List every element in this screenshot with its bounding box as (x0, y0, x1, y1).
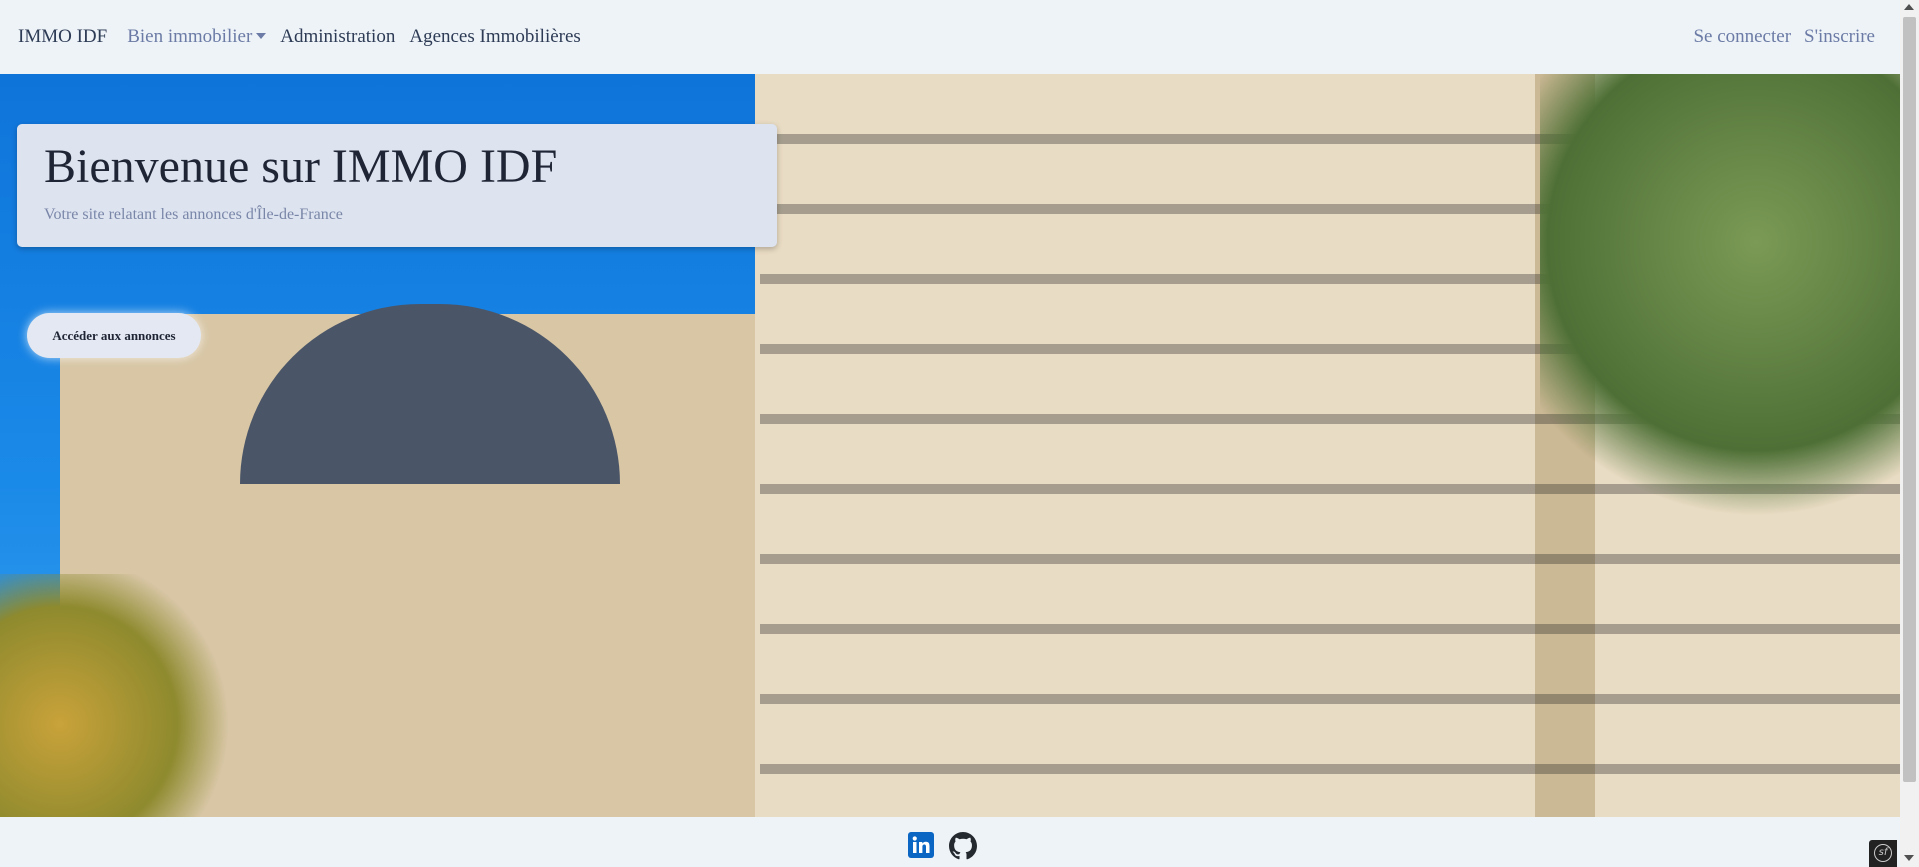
github-icon[interactable] (949, 832, 977, 860)
register-link[interactable]: S'inscrire (1804, 26, 1875, 48)
scroll-up-icon[interactable] (1904, 4, 1914, 10)
linkedin-icon-svg (908, 832, 934, 858)
chevron-down-icon (256, 33, 267, 39)
nav-link-administration[interactable]: Administration (280, 26, 395, 48)
nav-link-agences[interactable]: Agences Immobilières (409, 26, 580, 48)
nav-right: Se connecter S'inscrire (1680, 26, 1900, 48)
nav-dropdown-label: Bien immobilier (127, 26, 253, 47)
scroll-down-icon[interactable] (1904, 855, 1914, 861)
hero-roof (240, 304, 620, 484)
hero-tree-left (0, 574, 240, 817)
view-listings-button[interactable]: Accéder aux annonces (27, 313, 201, 358)
nav-left: IMMO IDF Bien immobilier Administration … (0, 26, 595, 48)
symfony-icon: sf (1874, 844, 1892, 862)
linkedin-icon[interactable] (908, 832, 934, 858)
nav-dropdown-bien-immobilier[interactable]: Bien immobilier (127, 26, 267, 48)
login-link[interactable]: Se connecter (1693, 26, 1791, 48)
brand-link[interactable]: IMMO IDF (18, 26, 107, 48)
hero-tree-right (1540, 74, 1900, 554)
scrollbar-thumb[interactable] (1903, 17, 1916, 782)
page-subtitle: Votre site relatant les annonces d'Île-d… (44, 205, 343, 223)
top-navbar: IMMO IDF Bien immobilier Administration … (0, 0, 1900, 74)
debug-toolbar-toggle[interactable]: sf (1869, 840, 1897, 867)
page-title: Bienvenue sur IMMO IDF (44, 140, 558, 193)
welcome-jumbotron: Bienvenue sur IMMO IDF Votre site relata… (17, 124, 777, 247)
github-icon-svg (949, 832, 977, 860)
